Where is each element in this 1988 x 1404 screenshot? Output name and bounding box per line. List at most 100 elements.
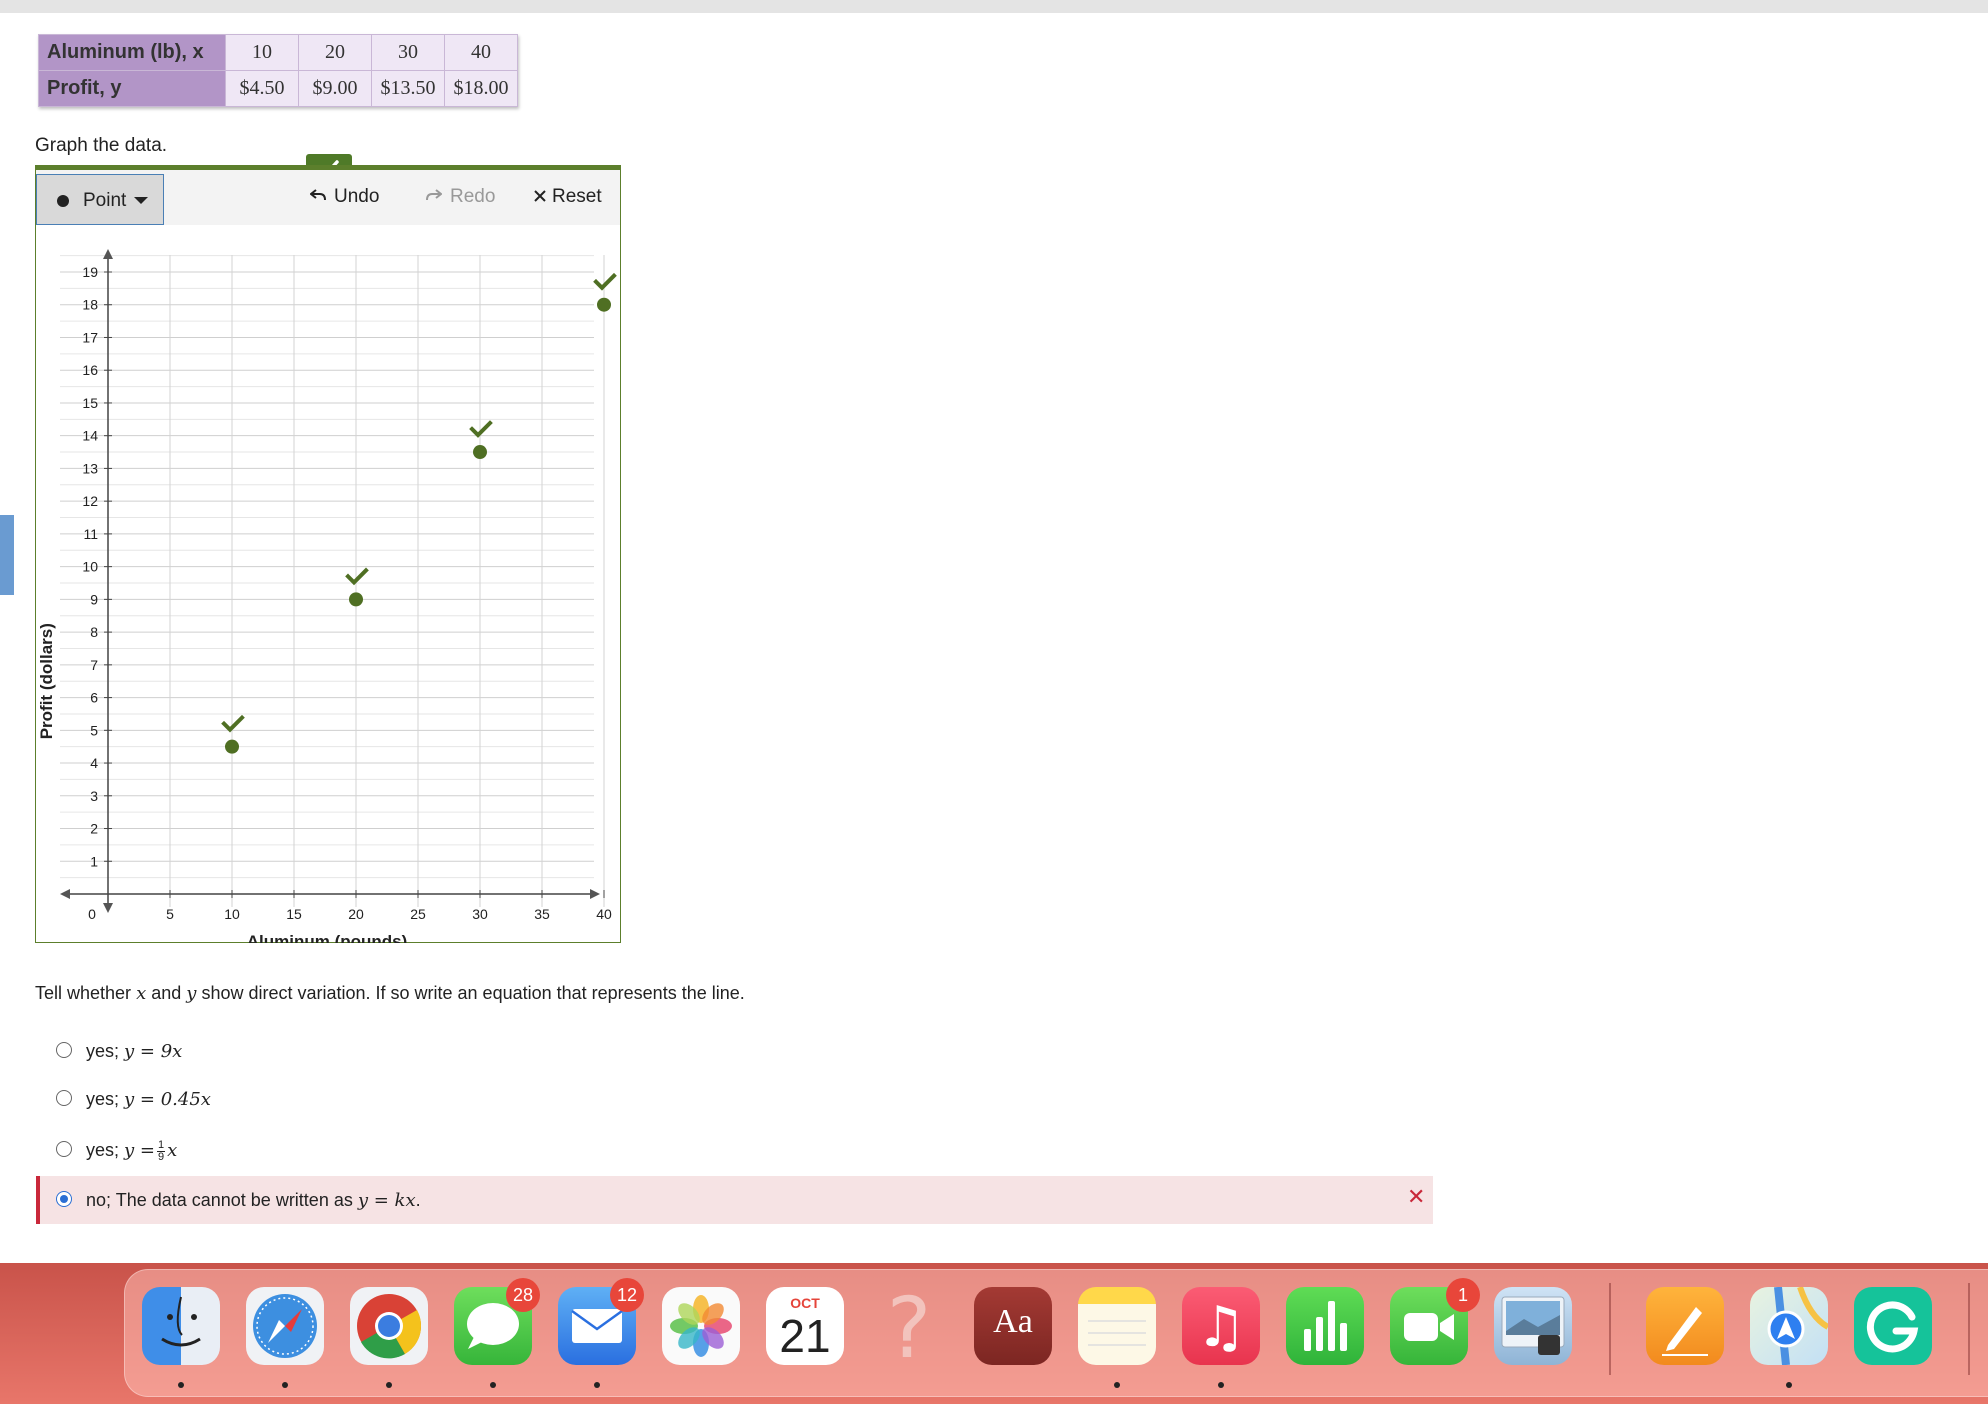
option-3-prefix: yes;	[86, 1140, 125, 1160]
graph-widget: Point Undo Redo Reset 1 2 3 4 5 6 7 8 9 10 11 12 13 1…	[35, 165, 621, 943]
var-y: y	[186, 983, 197, 1004]
y-tick-label: 6	[90, 690, 98, 706]
y-value-2: $9.00	[298, 70, 372, 107]
undo-button[interactable]: Undo	[309, 186, 379, 208]
y-tick-label: 14	[82, 428, 98, 444]
facetime-badge: 1	[1446, 1278, 1480, 1312]
x-axis-arrow-left	[60, 889, 70, 899]
data-point	[473, 445, 487, 460]
numbers-icon[interactable]	[1286, 1287, 1364, 1365]
question-prefix: Tell whether	[35, 983, 137, 1003]
radio-button[interactable]	[56, 1042, 72, 1059]
running-indicator	[1114, 1382, 1120, 1388]
y-tick-label: 16	[82, 362, 98, 378]
point-check-icon	[345, 567, 369, 586]
radio-button[interactable]	[56, 1090, 72, 1107]
y-tick-label: 8	[90, 624, 98, 640]
y-tick-label: 13	[82, 460, 98, 476]
y-tick-label: 18	[82, 297, 98, 313]
redo-button[interactable]: Redo	[426, 186, 495, 208]
undo-arrow-icon	[309, 186, 326, 208]
radio-button-selected[interactable]	[56, 1191, 72, 1208]
running-indicator	[178, 1382, 184, 1388]
y-axis-arrow-up	[103, 249, 113, 259]
caret-down-icon	[134, 197, 148, 204]
option-4-math: y = kx	[357, 1190, 416, 1211]
x-value-4: 40	[444, 34, 518, 71]
x-tick-label: 10	[224, 906, 240, 922]
point-check-icon	[469, 420, 493, 438]
help-question-icon[interactable]: ?	[870, 1279, 948, 1377]
radio-button[interactable]	[56, 1141, 72, 1158]
point-check-icon	[593, 272, 617, 291]
point-dot-icon	[57, 195, 69, 207]
option-2-prefix: yes;	[86, 1089, 125, 1109]
point-tool-dropdown[interactable]: Point	[36, 174, 164, 225]
notes-icon[interactable]	[1078, 1287, 1156, 1365]
chrome-icon[interactable]	[350, 1287, 428, 1365]
fraction-numerator: 1	[157, 1138, 166, 1152]
running-indicator	[1218, 1382, 1224, 1388]
option-2[interactable]: yes; y = 0.45x	[56, 1084, 211, 1114]
side-tab[interactable]	[0, 515, 14, 595]
option-1[interactable]: yes; y = 9x	[56, 1036, 182, 1066]
graph-toolbar: Point Undo Redo Reset	[36, 170, 620, 225]
y-tick-label: 12	[82, 493, 98, 509]
redo-label: Redo	[450, 186, 496, 207]
x-tick-label: 30	[472, 906, 488, 922]
incorrect-x-icon: ✕	[1407, 1184, 1426, 1209]
maps-icon[interactable]	[1750, 1286, 1830, 1366]
option-1-math: y = 9x	[124, 1041, 183, 1062]
y-value-4: $18.00	[444, 70, 518, 107]
option-4[interactable]: no; The data cannot be written as y = kx…	[56, 1185, 421, 1215]
y-tick-label: 1	[90, 853, 98, 869]
scatter-plot[interactable]: 123456789101112131415161718190 5 10 15 20 25 3…	[36, 225, 620, 943]
pages-icon[interactable]	[1646, 1287, 1724, 1365]
y-value-3: $13.50	[371, 70, 445, 107]
option-1-prefix: yes;	[86, 1041, 125, 1061]
dictionary-label: Aa	[993, 1303, 1033, 1340]
x-axis-label: Aluminum (pounds)	[247, 932, 408, 943]
y-tick-label: 9	[90, 591, 98, 607]
y-tick-label: 19	[82, 264, 98, 280]
table-row: Aluminum (lb), x 10 20 30 40	[38, 34, 518, 71]
option-2-math: y = 0.45x	[124, 1089, 211, 1110]
y-tick-label: 15	[82, 395, 98, 411]
option-3-math-lhs: y =	[124, 1140, 155, 1161]
redo-arrow-icon	[426, 186, 443, 208]
reset-button[interactable]: Reset	[534, 186, 602, 208]
finder-icon[interactable]	[142, 1287, 220, 1365]
x-header: Aluminum (lb), x	[38, 34, 226, 71]
instruction-text: Graph the data.	[35, 135, 168, 156]
dock-separator	[1609, 1283, 1611, 1375]
x-value-3: 30	[371, 34, 445, 71]
dictionary-icon[interactable]: Aa	[974, 1287, 1052, 1365]
running-indicator	[1786, 1382, 1792, 1388]
running-indicator	[594, 1382, 600, 1388]
mail-badge: 12	[610, 1278, 644, 1312]
y-tick-label: 5	[90, 722, 98, 738]
x-axis-arrow-right	[590, 889, 600, 899]
fraction: 19	[157, 1138, 166, 1163]
dock-separator	[1968, 1283, 1970, 1375]
calendar-icon[interactable]: OCT 21	[766, 1287, 844, 1365]
reset-label: Reset	[552, 186, 602, 207]
photos-icon[interactable]	[662, 1287, 740, 1365]
y-tick-label: 11	[83, 526, 98, 542]
y-tick-label: 7	[90, 657, 98, 673]
preview-icon[interactable]	[1494, 1287, 1572, 1365]
option-4-suffix: .	[415, 1190, 421, 1210]
y-value-1: $4.50	[225, 70, 299, 107]
messages-badge: 28	[506, 1278, 540, 1312]
data-point	[597, 297, 611, 312]
running-indicator	[490, 1382, 496, 1388]
y-tick-label: 10	[82, 559, 98, 575]
data-table: Aluminum (lb), x 10 20 30 40 Profit, y $…	[38, 34, 518, 107]
option-4-prefix: no; The data cannot be written as	[86, 1190, 358, 1210]
x-tick-label: 20	[348, 906, 364, 922]
safari-icon[interactable]	[246, 1287, 324, 1365]
option-3[interactable]: yes; y = 1 9 x	[56, 1135, 177, 1165]
music-icon[interactable]: ♫	[1182, 1287, 1260, 1365]
grammarly-icon[interactable]	[1854, 1287, 1932, 1365]
fraction-denominator: 9	[158, 1150, 165, 1163]
